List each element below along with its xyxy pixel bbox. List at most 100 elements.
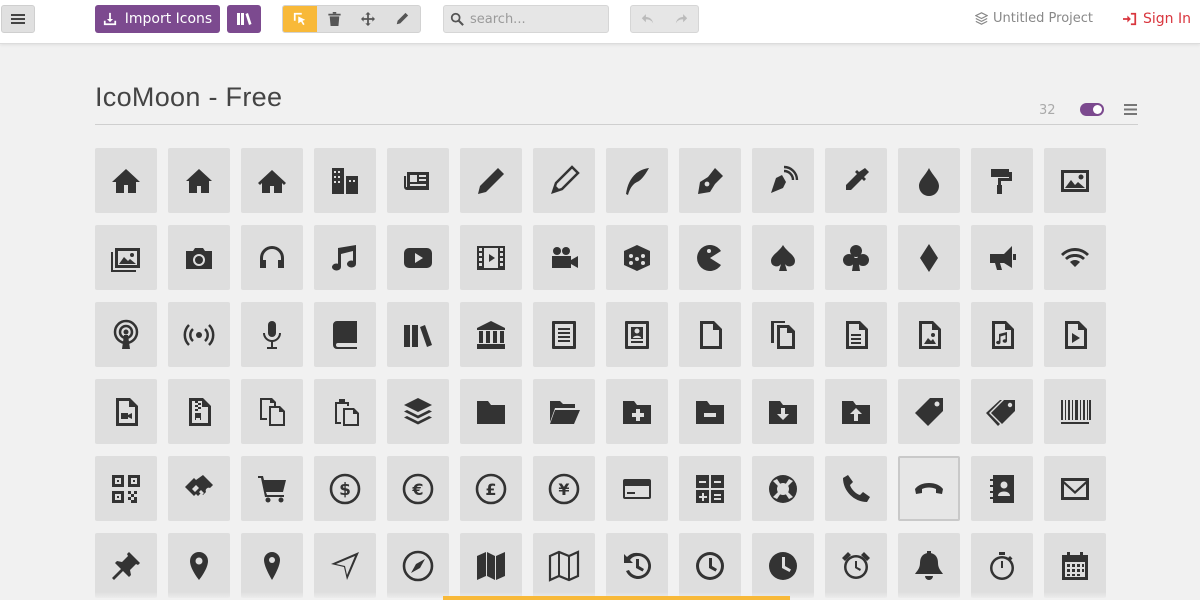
icon-tile-newspaper[interactable]: [387, 148, 449, 213]
icon-tile-map2[interactable]: [533, 533, 595, 598]
icon-tile-alarm[interactable]: [825, 533, 887, 598]
icon-tile-pacman[interactable]: [679, 225, 741, 290]
icon-tile-camera[interactable]: [168, 225, 230, 290]
icon-tile-coin-pound[interactable]: £: [460, 456, 522, 521]
icon-tile-home[interactable]: [95, 148, 157, 213]
redo-button[interactable]: [665, 6, 699, 32]
icon-tile-pen[interactable]: [679, 148, 741, 213]
icon-tile-location[interactable]: [168, 533, 230, 598]
icon-tile-compass[interactable]: [314, 533, 376, 598]
project-link[interactable]: Untitled Project: [975, 11, 1093, 26]
icon-tile-stack[interactable]: [387, 379, 449, 444]
icon-tile-dice[interactable]: [606, 225, 668, 290]
icon-tile-spades[interactable]: [752, 225, 814, 290]
icon-tile-books[interactable]: [387, 302, 449, 367]
icon-tile-blog[interactable]: [752, 148, 814, 213]
set-options-menu-icon[interactable]: [1124, 103, 1137, 116]
icon-tile-home3[interactable]: [241, 148, 303, 213]
icon-tile-lifebuoy[interactable]: [752, 456, 814, 521]
icon-tile-history[interactable]: [606, 533, 668, 598]
icon-tile-office[interactable]: [314, 148, 376, 213]
icon-tile-home2[interactable]: [168, 148, 230, 213]
select-all-toggle[interactable]: [1080, 103, 1104, 116]
delete-tool-button[interactable]: [317, 6, 351, 32]
icon-tile-book[interactable]: [314, 302, 376, 367]
undo-button[interactable]: [631, 6, 665, 32]
icon-tile-price-tags[interactable]: [971, 379, 1033, 444]
icon-tile-image[interactable]: [1044, 148, 1106, 213]
search-input[interactable]: [470, 11, 600, 27]
icon-tile-file-music[interactable]: [971, 302, 1033, 367]
icon-tile-file-picture[interactable]: [898, 302, 960, 367]
icon-tile-library[interactable]: [460, 302, 522, 367]
icon-tile-pushpin[interactable]: [95, 533, 157, 598]
icon-tile-qrcode[interactable]: [95, 456, 157, 521]
icon-tile-cart[interactable]: [241, 456, 303, 521]
icon-tile-envelop[interactable]: [1044, 456, 1106, 521]
icon-tile-headphones[interactable]: [241, 225, 303, 290]
icon-tile-eyedropper[interactable]: [825, 148, 887, 213]
icon-tile-images[interactable]: [95, 225, 157, 290]
qrcode-icon: [112, 474, 140, 503]
icon-tile-video-camera[interactable]: [533, 225, 595, 290]
redo-icon: [675, 14, 687, 24]
icon-tile-music[interactable]: [314, 225, 376, 290]
edit-tool-button[interactable]: [385, 6, 419, 32]
icon-tile-file-text2[interactable]: [825, 302, 887, 367]
icon-tile-profile[interactable]: [606, 302, 668, 367]
icon-tile-address-book[interactable]: [971, 456, 1033, 521]
icon-tile-clock[interactable]: [679, 533, 741, 598]
icon-tile-coin-yen[interactable]: ¥: [533, 456, 595, 521]
select-tool-button[interactable]: [283, 6, 317, 32]
icon-tile-clock2[interactable]: [752, 533, 814, 598]
icon-tile-film[interactable]: [460, 225, 522, 290]
icon-tile-price-tag[interactable]: [898, 379, 960, 444]
icon-tile-paste[interactable]: [314, 379, 376, 444]
icon-tile-folder-upload[interactable]: [825, 379, 887, 444]
main-menu-button[interactable]: [1, 5, 35, 33]
icon-tile-files-empty[interactable]: [752, 302, 814, 367]
icon-tile-file-play[interactable]: [1044, 302, 1106, 367]
icon-tile-folder-minus[interactable]: [679, 379, 741, 444]
icon-tile-coin-dollar[interactable]: $: [314, 456, 376, 521]
icon-tile-stopwatch[interactable]: [971, 533, 1033, 598]
icon-tile-phone-hang-up[interactable]: [898, 456, 960, 521]
import-icons-button[interactable]: Import Icons: [95, 5, 220, 33]
icon-tile-calculator[interactable]: [679, 456, 741, 521]
icon-tile-feed[interactable]: [168, 302, 230, 367]
icon-tile-quill[interactable]: [606, 148, 668, 213]
icon-tile-droplet[interactable]: [898, 148, 960, 213]
icon-tile-file-zip[interactable]: [168, 379, 230, 444]
icon-tile-paint-format[interactable]: [971, 148, 1033, 213]
icon-tile-coin-euro[interactable]: €: [387, 456, 449, 521]
icon-tile-bullhorn[interactable]: [971, 225, 1033, 290]
move-tool-button[interactable]: [351, 6, 385, 32]
sign-in-link[interactable]: Sign In: [1123, 11, 1191, 27]
icon-tile-file-text[interactable]: [533, 302, 595, 367]
icon-tile-file-empty[interactable]: [679, 302, 741, 367]
icon-tile-calendar[interactable]: [1044, 533, 1106, 598]
icon-tile-ticket[interactable]: [168, 456, 230, 521]
icon-tile-phone[interactable]: [825, 456, 887, 521]
icon-tile-folder-plus[interactable]: [606, 379, 668, 444]
icon-tile-location2[interactable]: [241, 533, 303, 598]
icon-tile-pencil[interactable]: [460, 148, 522, 213]
icon-tile-credit-card[interactable]: [606, 456, 668, 521]
icon-tile-map[interactable]: [460, 533, 522, 598]
icon-tile-mic[interactable]: [241, 302, 303, 367]
icon-tile-folder-open[interactable]: [533, 379, 595, 444]
icon-tile-diamonds[interactable]: [898, 225, 960, 290]
icon-tile-play[interactable]: [387, 225, 449, 290]
icon-tile-folder-download[interactable]: [752, 379, 814, 444]
icon-tile-compass2[interactable]: [387, 533, 449, 598]
icon-tile-connection[interactable]: [1044, 225, 1106, 290]
icon-tile-barcode[interactable]: [1044, 379, 1106, 444]
icon-tile-copy[interactable]: [241, 379, 303, 444]
icon-tile-clubs[interactable]: [825, 225, 887, 290]
icon-library-button[interactable]: [227, 5, 261, 33]
icon-tile-file-video[interactable]: [95, 379, 157, 444]
icon-tile-podcast[interactable]: [95, 302, 157, 367]
icon-tile-folder[interactable]: [460, 379, 522, 444]
icon-tile-bell[interactable]: [898, 533, 960, 598]
icon-tile-pencil2[interactable]: [533, 148, 595, 213]
